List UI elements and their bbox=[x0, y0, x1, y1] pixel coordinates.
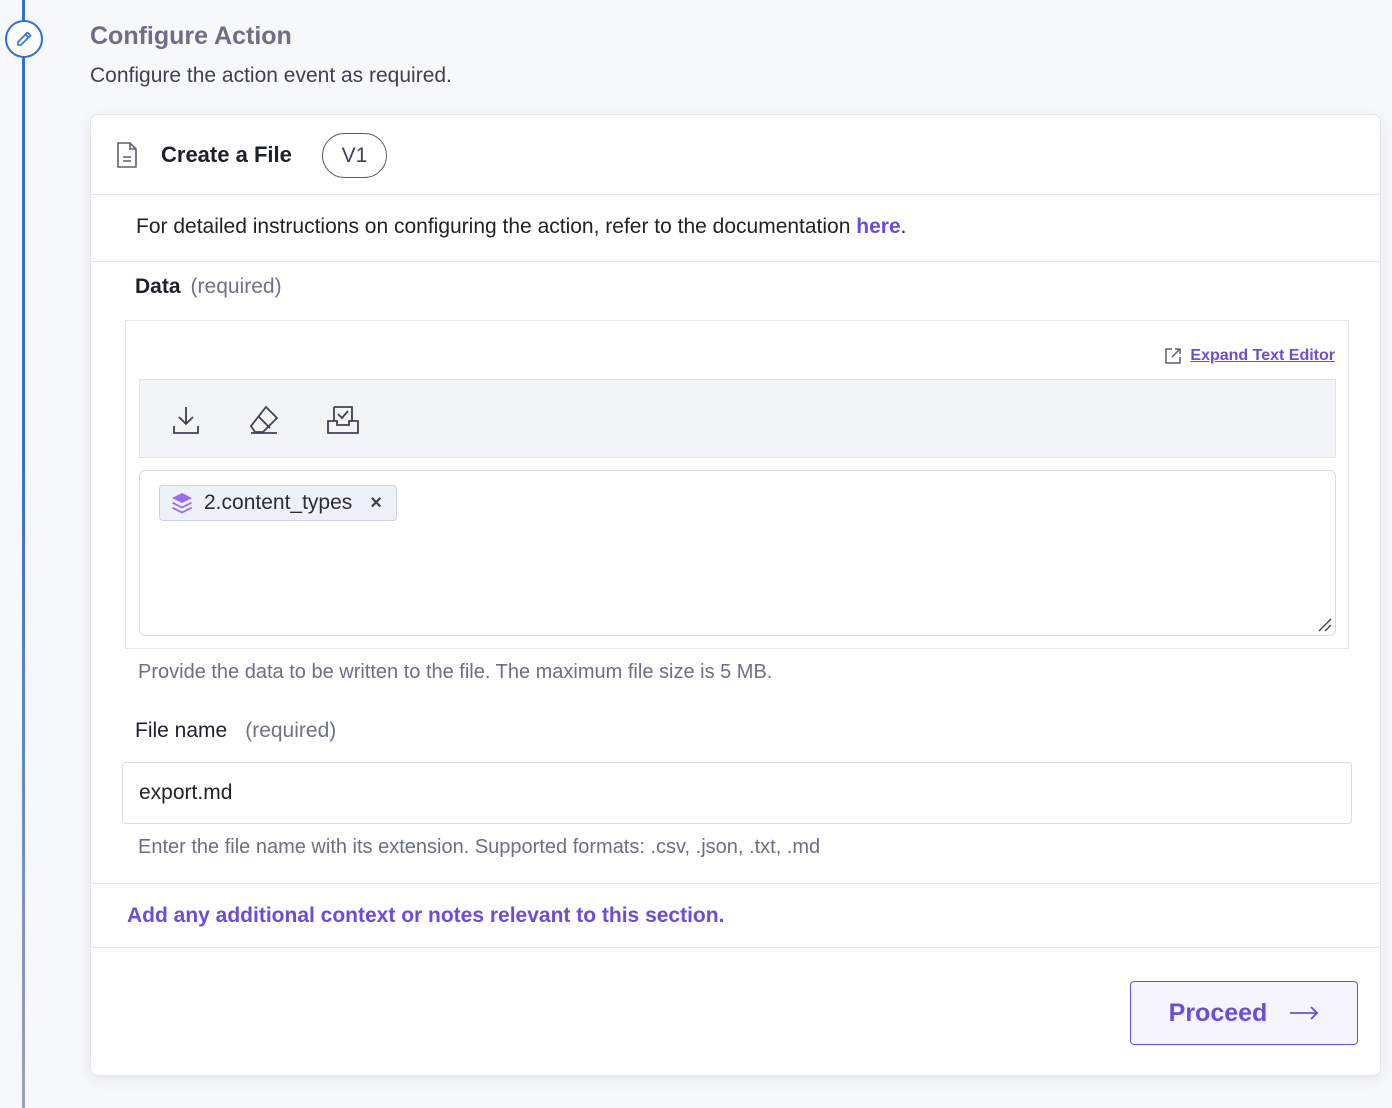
data-label: Data (required) bbox=[135, 275, 282, 299]
file-icon bbox=[115, 141, 139, 174]
eraser-icon[interactable] bbox=[244, 400, 284, 440]
resize-grip-icon[interactable] bbox=[1316, 616, 1332, 632]
proceed-label: Proceed bbox=[1168, 998, 1268, 1027]
doc-link[interactable]: here bbox=[856, 215, 900, 238]
file-name-label: File name (required) bbox=[135, 719, 336, 743]
inbox-check-icon[interactable] bbox=[323, 400, 363, 440]
action-card: Create a File V1 For detailed instructio… bbox=[90, 114, 1381, 1076]
data-editor-box: Expand Text Editor 2.content_types × bbox=[125, 320, 1349, 649]
file-name-required: (required) bbox=[245, 719, 337, 742]
expand-text-editor-link[interactable]: Expand Text Editor bbox=[1164, 347, 1335, 365]
data-editor[interactable]: 2.content_types × bbox=[139, 470, 1336, 636]
documentation-note: For detailed instructions on configuring… bbox=[91, 195, 1380, 262]
file-name-help-text: Enter the file name with its extension. … bbox=[138, 836, 821, 858]
card-title: Create a File bbox=[161, 142, 292, 167]
card-header: Create a File V1 bbox=[91, 115, 1380, 195]
file-name-label-text: File name bbox=[135, 719, 228, 742]
timeline-line bbox=[22, 0, 25, 1108]
chip-label: 2.content_types bbox=[204, 491, 353, 514]
close-icon[interactable]: × bbox=[370, 492, 382, 515]
data-required: (required) bbox=[190, 275, 282, 298]
section-title: Configure Action bbox=[90, 22, 292, 50]
variable-chip[interactable]: 2.content_types × bbox=[159, 485, 397, 521]
version-badge: V1 bbox=[322, 133, 387, 178]
section-subtitle: Configure the action event as required. bbox=[90, 64, 452, 87]
pencil-icon bbox=[5, 20, 43, 58]
external-link-icon bbox=[1165, 348, 1182, 364]
data-help-text: Provide the data to be written to the fi… bbox=[138, 661, 773, 683]
file-name-input[interactable] bbox=[122, 762, 1352, 824]
stack-icon bbox=[172, 493, 192, 514]
doc-suffix: . bbox=[900, 215, 907, 238]
data-label-text: Data bbox=[135, 275, 181, 298]
download-icon[interactable] bbox=[166, 400, 206, 440]
add-notes-link[interactable]: Add any additional context or notes rele… bbox=[91, 883, 1380, 948]
editor-toolbar bbox=[139, 379, 1336, 458]
doc-text: For detailed instructions on configuring… bbox=[136, 215, 857, 238]
arrow-right-icon bbox=[1290, 1006, 1319, 1020]
expand-label: Expand Text Editor bbox=[1190, 347, 1335, 364]
proceed-button[interactable]: Proceed bbox=[1130, 981, 1358, 1045]
